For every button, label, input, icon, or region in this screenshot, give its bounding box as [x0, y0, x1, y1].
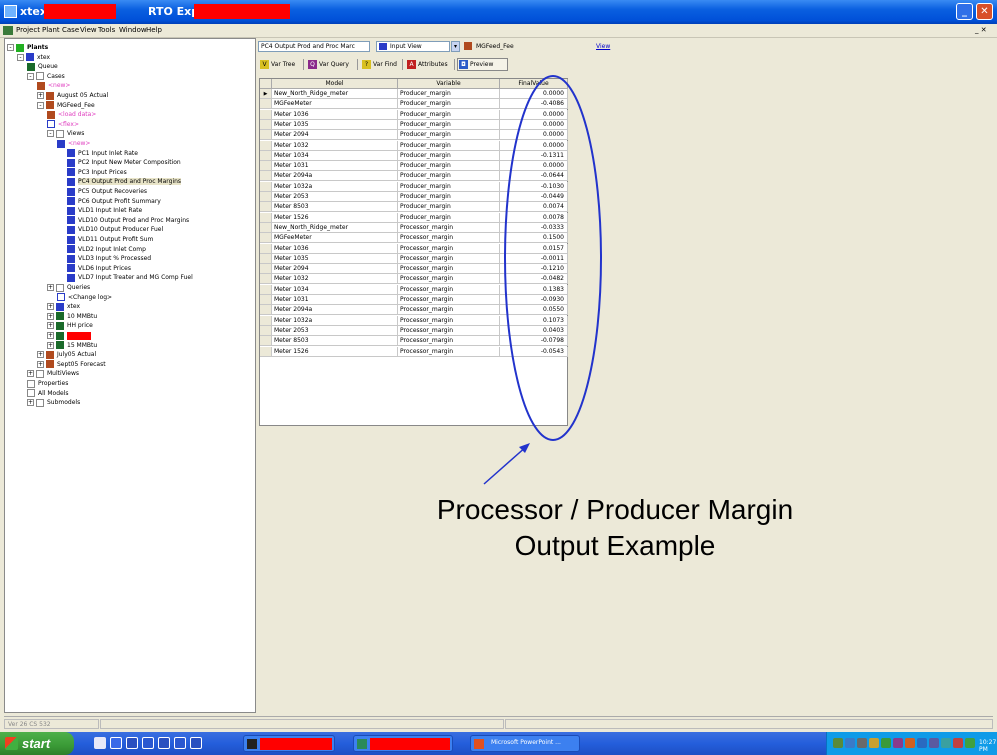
- start-label: start: [22, 736, 51, 751]
- redacted-block: [260, 738, 332, 750]
- tray-icon[interactable]: [905, 738, 915, 748]
- tray-icon[interactable]: [833, 738, 843, 748]
- quicklaunch-icon[interactable]: [94, 737, 106, 749]
- tray-icon[interactable]: [881, 738, 891, 748]
- quicklaunch-icon[interactable]: [110, 737, 122, 749]
- quicklaunch-icon[interactable]: [158, 737, 170, 749]
- taskbar-item-redacted[interactable]: [353, 735, 453, 752]
- taskbar: start Microsoft PowerPoint ... 10:27 PM: [0, 732, 997, 755]
- app-icon: [357, 739, 367, 749]
- annotation-arrow: [483, 445, 528, 485]
- annotation-overlay: [483, 75, 602, 485]
- status-cell: [505, 719, 993, 729]
- tray-icon[interactable]: [953, 738, 963, 748]
- quicklaunch-icon[interactable]: [126, 737, 138, 749]
- quicklaunch-icon[interactable]: [174, 737, 186, 749]
- redacted-block: [370, 738, 450, 750]
- tray-icon[interactable]: [857, 738, 867, 748]
- tray-icon[interactable]: [929, 738, 939, 748]
- start-button[interactable]: start: [0, 732, 74, 755]
- clock: 10:27 PM: [979, 739, 997, 753]
- status-bar: Ver 26 CS 532: [4, 716, 993, 730]
- powerpoint-icon: [474, 739, 484, 749]
- tray-icon[interactable]: [965, 738, 975, 748]
- annotation-line-2: Output Example: [514, 530, 716, 561]
- powerpoint-task-label: Microsoft PowerPoint ...: [491, 739, 561, 746]
- tray-icon[interactable]: [941, 738, 951, 748]
- taskbar-item-redacted[interactable]: [243, 735, 335, 752]
- tray-icon[interactable]: [845, 738, 855, 748]
- tray-icon[interactable]: [917, 738, 927, 748]
- windows-flag-icon: [5, 737, 18, 750]
- app-icon: [247, 739, 257, 749]
- annotation-ellipse: [504, 75, 602, 441]
- quicklaunch-icon[interactable]: [142, 737, 154, 749]
- status-cell-version: Ver 26 CS 532: [4, 719, 99, 729]
- status-cell: [100, 719, 504, 729]
- annotation-caption: Processor / Producer Margin Output Examp…: [395, 492, 835, 564]
- quicklaunch-icon[interactable]: [190, 737, 202, 749]
- taskbar-item-powerpoint[interactable]: Microsoft PowerPoint ...: [470, 735, 580, 752]
- tray-icon[interactable]: [893, 738, 903, 748]
- annotation-line-1: Processor / Producer Margin: [436, 494, 794, 525]
- system-tray: 10:27 PM: [826, 732, 997, 755]
- tray-icon[interactable]: [869, 738, 879, 748]
